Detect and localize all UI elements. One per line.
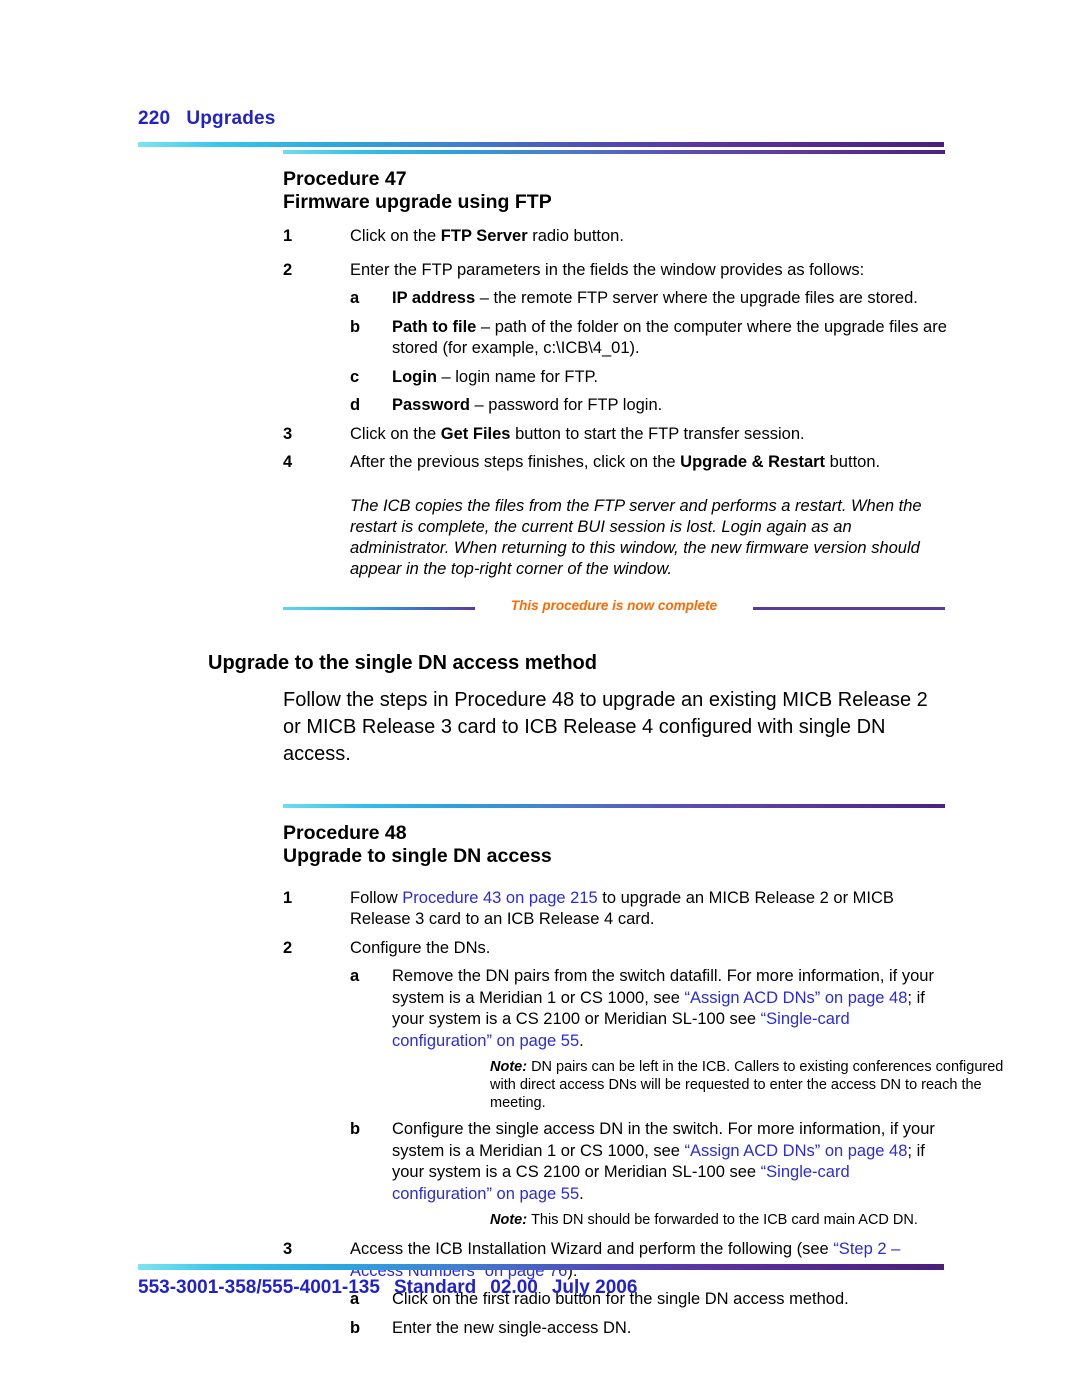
substep-text: Remove the DN pairs from the switch data… [392, 967, 934, 1050]
substep-marker: b [350, 317, 361, 336]
page-header-text: 220 Upgrades [138, 108, 948, 130]
substep-marker: b [350, 1318, 361, 1337]
note-block: Note: This DN should be forwarded to the … [490, 1211, 1010, 1229]
footer-gradient-rule [138, 1264, 944, 1270]
procedure-47-label: Procedure 47 [283, 168, 407, 190]
footer-doc-number: 553-3001-358/555-4001-135 [138, 1277, 380, 1298]
footer-issue: 02.00 [490, 1277, 538, 1298]
step-item: 3 Click on the Get Files button to start… [283, 424, 945, 446]
section-heading: Upgrade to the single DN access method [208, 651, 597, 674]
step-marker: 2 [283, 260, 293, 279]
step-text: Click on the Get Files button to start t… [350, 424, 805, 443]
procedure-47-name: Firmware upgrade using FTP [283, 191, 552, 213]
step-item: 1 Follow Procedure 43 on page 215 to upg… [283, 888, 945, 931]
substep-marker: a [350, 967, 360, 985]
step-item: 3 Access the ICB Installation Wizard and… [283, 1239, 945, 1282]
header-section-title: Upgrades [186, 108, 276, 129]
substep-marker: c [350, 367, 360, 386]
substep-marker: a [350, 289, 360, 307]
footer-date: July 2006 [551, 1277, 638, 1298]
substep-item: b Path to file – path of the folder on t… [350, 317, 952, 360]
procedure-47-complete-bar: This procedure is now complete [283, 598, 945, 616]
step-marker: 1 [283, 888, 293, 907]
procedure-47-title: Procedure 47 Firmware upgrade using FTP [283, 168, 1080, 214]
step-text: After the previous steps finishes, click… [350, 453, 881, 471]
step-item: 4 After the previous steps finishes, cli… [283, 452, 945, 474]
header-gradient-rule [138, 142, 944, 147]
substep-item: b Enter the new single-access DN. [350, 1318, 952, 1340]
substep-text: Configure the single access DN in the sw… [392, 1120, 935, 1203]
procedure-48-label: Procedure 48 [283, 821, 407, 844]
procedure-48-top-rule [283, 803, 945, 808]
page-content: Procedure 47 Firmware upgrade using FTP … [0, 150, 1080, 1339]
step-text: Follow Procedure 43 on page 215 to upgra… [350, 888, 894, 929]
note-block: Note: DN pairs can be left in the ICB. Ca… [490, 1058, 1010, 1112]
substep-item: d Password – password for FTP login. [350, 395, 952, 417]
step-item: 2 Enter the FTP parameters in the fields… [283, 260, 945, 282]
procedure-47-top-rule [283, 150, 945, 154]
section-body-text: Follow the steps in Procedure 48 to upgr… [283, 688, 928, 765]
substep-item: b Configure the single access DN in the … [350, 1119, 952, 1229]
step-text: Enter the FTP parameters in the fields t… [350, 260, 865, 279]
procedure-48-block: Procedure 48 Upgrade to single DN access… [0, 803, 1080, 1340]
footer-status: Standard [393, 1277, 477, 1298]
procedure-48-title: Procedure 48 Upgrade to single DN access [283, 822, 1080, 868]
procedure-48-steps: 1 Follow Procedure 43 on page 215 to upg… [0, 888, 1080, 1340]
step-text: Access the ICB Installation Wizard and p… [350, 1240, 901, 1280]
substep-item: c Login – login name for FTP. [350, 367, 952, 389]
footer-text: 553-3001-358/555-4001-135 Standard 02.00 Ju… [138, 1277, 637, 1299]
substep-item: a IP address – the remote FTP server whe… [350, 288, 952, 310]
document-page: 220 Upgrades Procedure 47 Firmware upgrad… [0, 0, 1080, 1397]
page-number: 220 [138, 108, 171, 129]
procedure-48-name: Upgrade to single DN access [283, 844, 552, 867]
procedure-47-block: Procedure 47 Firmware upgrade using FTP … [0, 150, 1080, 616]
complete-rule-right [753, 606, 945, 610]
procedure-47-steps: 1 Click on the FTP Server radio button. … [0, 226, 1080, 474]
step-marker: 4 [283, 453, 293, 471]
substep-text: Path to file – path of the folder on the… [392, 317, 947, 358]
step-marker: 1 [283, 227, 293, 245]
step-text: Click on the FTP Server radio button. [350, 227, 624, 245]
substep-text: Login – login name for FTP. [392, 367, 599, 386]
step-item: 2 Configure the DNs. [283, 938, 945, 960]
note-label: Note: [490, 1059, 528, 1075]
substep-text: IP address – the remote FTP server where… [392, 289, 918, 307]
substep-text: Enter the new single-access DN. [392, 1318, 632, 1337]
procedure-complete-label: This procedure is now complete [510, 597, 718, 613]
substep-marker: d [350, 396, 361, 414]
substep-text: Password – password for FTP login. [392, 396, 663, 414]
running-header: 220 Upgrades [138, 108, 948, 130]
note-text: This DN should be forwarded to the ICB c… [531, 1212, 918, 1228]
step-marker: 3 [283, 1240, 293, 1258]
step-text: Configure the DNs. [350, 938, 491, 957]
step-marker: 2 [283, 938, 293, 957]
substep-marker: b [350, 1120, 361, 1138]
note-label: Note: [490, 1212, 528, 1228]
substep-item: a Remove the DN pairs from the switch da… [350, 966, 1003, 1112]
step-item: 1 Click on the FTP Server radio button. [283, 226, 945, 248]
procedure-47-result-text: The ICB copies the files from the FTP se… [350, 496, 922, 578]
note-text: DN pairs can be left in the ICB. Callers… [490, 1059, 1004, 1111]
step-marker: 3 [283, 424, 293, 443]
